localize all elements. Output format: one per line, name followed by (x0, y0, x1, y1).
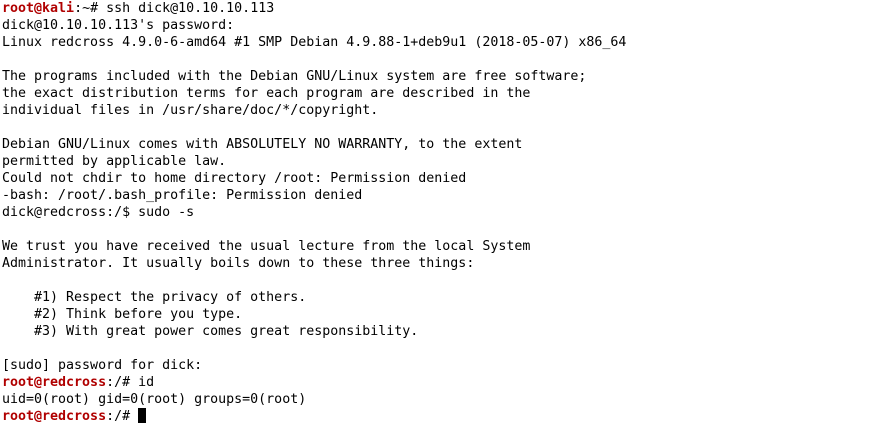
prompt-separator: :/# (106, 375, 139, 390)
command-text: ssh dick@10.10.10.113 (106, 1, 275, 16)
terminal-window[interactable]: root@kali:~# ssh dick@10.10.10.113 dick@… (0, 0, 894, 429)
prompt-user-host: root@redcross (2, 375, 107, 390)
prompt-user-host: root@kali (2, 1, 75, 16)
terminal-cursor (138, 408, 147, 423)
terminal-line-error: -bash: /root/.bash_profile: Permission d… (2, 188, 363, 203)
terminal-line-sudo-rule: #1) Respect the privacy of others. (2, 290, 307, 305)
terminal-line-system-info: Linux redcross 4.9.0-6-amd64 #1 SMP Debi… (2, 35, 627, 50)
terminal-line-motd: The programs included with the Debian GN… (2, 69, 587, 84)
terminal-line-sudo-rule: #2) Think before you type. (2, 307, 243, 322)
terminal-line-error: Could not chdir to home directory /root:… (2, 171, 467, 186)
terminal-line-warranty: permitted by applicable law. (2, 154, 227, 169)
terminal-line-sudo-lecture: Administrator. It usually boils down to … (2, 256, 475, 271)
terminal-line-ssh-command: root@kali:~# ssh dick@10.10.10.113 (2, 0, 894, 17)
terminal-line-sudo-rule: #3) With great power comes great respons… (2, 324, 419, 339)
prompt-user-host: root@redcross (2, 409, 107, 424)
terminal-line-sudo-password: [sudo] password for dick: (2, 358, 203, 373)
terminal-line-sudo-lecture: We trust you have received the usual lec… (2, 239, 531, 254)
terminal-line-motd: the exact distribution terms for each pr… (2, 86, 531, 101)
terminal-line-password-prompt: dick@10.10.10.113's password: (2, 18, 235, 33)
command-text: id (138, 375, 155, 390)
terminal-line-warranty: Debian GNU/Linux comes with ABSOLUTELY N… (2, 137, 523, 152)
terminal-line-motd: individual files in /usr/share/doc/*/cop… (2, 103, 379, 118)
prompt-separator: :/# (106, 409, 139, 424)
prompt-separator: :~# (74, 1, 107, 16)
terminal-line-id-command: root@redcross:/# id (2, 374, 894, 391)
terminal-line-id-output: uid=0(root) gid=0(root) groups=0(root) (2, 392, 307, 407)
terminal-line-current-prompt[interactable]: root@redcross:/# (2, 408, 894, 425)
terminal-line-sudo-command: dick@redcross:/$ sudo -s (2, 205, 195, 220)
